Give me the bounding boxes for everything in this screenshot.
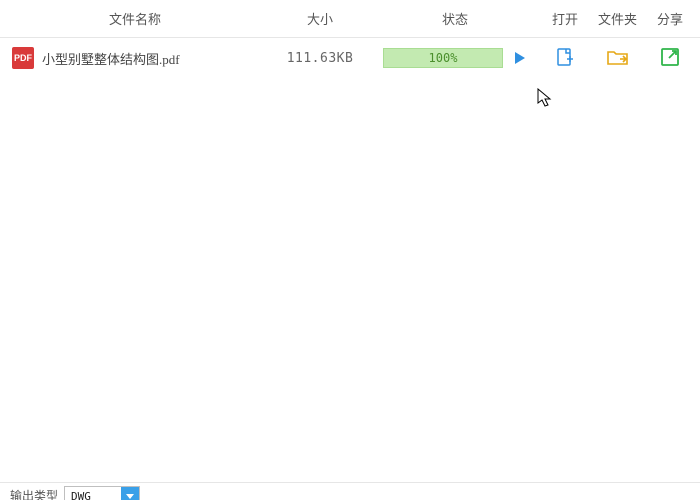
- output-type-value: DWG: [65, 490, 121, 500]
- pdf-icon: PDF: [12, 47, 34, 69]
- column-header-name: 文件名称: [0, 9, 270, 28]
- output-type-select[interactable]: DWG: [64, 486, 140, 500]
- bottom-bar: 输出类型 DWG: [0, 482, 700, 500]
- column-header-open: 打开: [540, 9, 590, 28]
- mouse-cursor: [537, 88, 553, 111]
- chevron-down-icon: [121, 487, 139, 500]
- table-row: PDF 小型别墅整体结构图.pdf 111.63KB 100%: [0, 38, 700, 78]
- share-button[interactable]: [645, 47, 695, 70]
- open-button[interactable]: [540, 47, 590, 70]
- open-file-icon: [555, 47, 575, 70]
- progress-bar: 100%: [383, 48, 503, 68]
- column-header-status: 状态: [370, 9, 540, 28]
- folder-icon: [607, 48, 629, 69]
- share-icon: [660, 47, 680, 70]
- progress-text: 100%: [429, 51, 458, 65]
- table-header: 文件名称 大小 状态 打开 文件夹 分享: [0, 0, 700, 38]
- play-icon[interactable]: [513, 51, 527, 65]
- column-header-share: 分享: [645, 9, 695, 28]
- file-name-label: 小型别墅整体结构图.pdf: [42, 49, 180, 68]
- cell-status: 100%: [370, 48, 540, 68]
- output-type-label: 输出类型: [10, 487, 58, 500]
- column-header-folder: 文件夹: [590, 9, 645, 28]
- folder-button[interactable]: [590, 48, 645, 69]
- cell-size: 111.63KB: [270, 51, 370, 66]
- cell-filename: PDF 小型别墅整体结构图.pdf: [0, 47, 270, 69]
- column-header-size: 大小: [270, 9, 370, 28]
